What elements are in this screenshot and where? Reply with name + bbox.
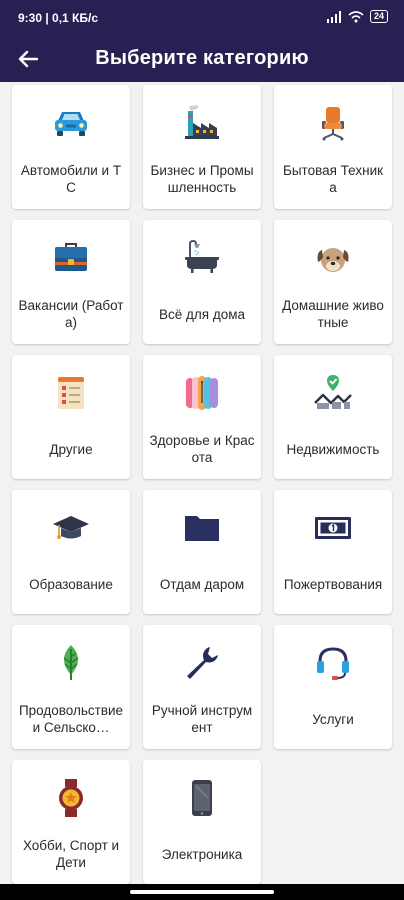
category-label: Домашние животные — [282, 298, 384, 330]
category-card-health[interactable]: Здоровье и Красота — [143, 355, 261, 479]
category-card-other[interactable]: Другие — [12, 355, 130, 479]
office-chair-icon — [322, 107, 344, 141]
system-navigation-bar — [0, 884, 404, 900]
category-label: Всё для дома — [158, 306, 245, 322]
bathtub-icon — [185, 239, 219, 273]
category-label: Вакансии (Работа) — [18, 298, 124, 330]
smartphone-icon — [192, 780, 212, 816]
category-label: Ручной инструмент — [151, 703, 253, 735]
category-label: Пожертвования — [283, 576, 383, 592]
battery-icon: 24 — [369, 10, 388, 23]
category-card-hobby[interactable]: Хобби, Спорт и Дети — [12, 760, 130, 884]
category-card-education[interactable]: Образование — [12, 490, 130, 614]
category-card-business[interactable]: Бизнес и Промышленность — [143, 85, 261, 209]
factory-icon — [185, 104, 219, 139]
banknote-icon — [315, 517, 351, 539]
status-time: 9:30 | 0,1 КБ/с — [18, 11, 99, 25]
page-title: Выберите категорию — [95, 47, 309, 69]
category-card-hand-tools[interactable]: Ручной инструмент — [143, 625, 261, 749]
category-card-automobiles[interactable]: Автомобили и ТС — [12, 85, 130, 209]
category-label: Образование — [29, 576, 113, 592]
medal-icon — [59, 779, 83, 817]
category-card-home[interactable]: Всё для дома — [143, 220, 261, 344]
category-card-real-estate[interactable]: Недвижимость — [274, 355, 392, 479]
category-label: Автомобили и ТС — [20, 163, 122, 195]
category-card-services[interactable]: Услуги — [274, 625, 392, 749]
category-label: Отдам даром — [159, 576, 245, 592]
location-houses-icon — [314, 375, 352, 409]
category-card-jobs[interactable]: Вакансии (Работа) — [12, 220, 130, 344]
briefcase-icon — [55, 243, 87, 271]
category-card-food-agriculture[interactable]: Продовольствие и Сельско… — [12, 625, 130, 749]
category-label: Электроника — [161, 846, 243, 862]
category-grid: Автомобили и ТС Бизнес и Промышленность … — [0, 82, 404, 892]
category-label: Хобби, Спорт и Дети — [22, 838, 120, 870]
category-label: Бизнес и Промышленность — [150, 163, 254, 195]
status-bar: 9:30 | 0,1 КБ/с 24 — [0, 0, 404, 36]
category-label: Здоровье и Красота — [149, 433, 255, 465]
category-label: Услуги — [312, 711, 354, 727]
signal-icon — [326, 10, 341, 23]
folder-icon — [185, 516, 219, 541]
color-palette-icon — [186, 376, 218, 410]
dog-icon — [317, 248, 349, 272]
checklist-icon — [58, 377, 84, 409]
car-icon — [55, 112, 87, 136]
leaf-icon — [63, 645, 79, 680]
home-gesture-handle[interactable] — [130, 890, 274, 894]
category-label: Продовольствие и Сельско… — [18, 703, 124, 735]
app-bar: Выберите категорию — [0, 36, 404, 82]
graduation-cap-icon — [53, 516, 89, 539]
headset-icon — [317, 647, 349, 680]
wrench-icon — [187, 647, 218, 679]
category-label: Другие — [49, 441, 93, 457]
category-label: Бытовая Техника — [282, 163, 384, 195]
wifi-icon — [348, 10, 364, 22]
status-icons: 24 — [326, 10, 388, 23]
category-card-electronics[interactable]: Электроника — [143, 760, 261, 884]
category-card-pets[interactable]: Домашние животные — [274, 220, 392, 344]
category-card-donations[interactable]: Пожертвования — [274, 490, 392, 614]
category-card-giveaway[interactable]: Отдам даром — [143, 490, 261, 614]
category-label: Недвижимость — [286, 441, 380, 457]
category-card-appliances[interactable]: Бытовая Техника — [274, 85, 392, 209]
